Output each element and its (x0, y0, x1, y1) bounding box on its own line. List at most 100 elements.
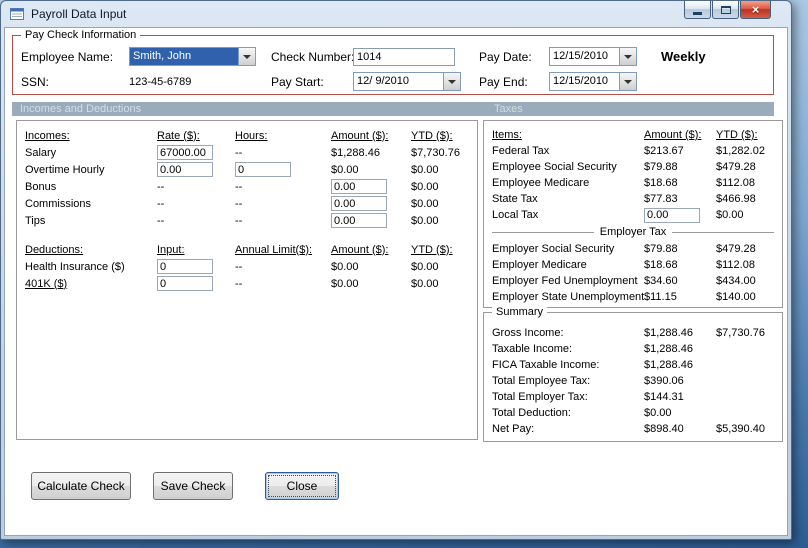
income-label: Tips (25, 214, 46, 227)
pay-end-combo[interactable]: 12/15/2010 (549, 72, 637, 91)
chevron-down-icon[interactable] (619, 73, 636, 90)
tips-amount-input[interactable] (331, 213, 387, 228)
tax-amount: $18.68 (644, 177, 678, 189)
table-row: Taxable Income: $1,288.46 (492, 341, 774, 357)
chevron-down-icon[interactable] (619, 48, 636, 65)
summary-label: Net Pay: (492, 423, 535, 435)
pay-start-combo[interactable]: 12/ 9/2010 (353, 72, 461, 91)
minimize-button[interactable] (684, 1, 711, 19)
summary-ytd: $7,730.76 (716, 327, 765, 339)
income-label: Commissions (25, 197, 92, 210)
tax-ytd: $112.08 (716, 259, 755, 271)
table-row: Employee Medicare $18.68 $112.08 (492, 175, 774, 191)
save-check-button[interactable]: Save Check (153, 472, 233, 500)
table-row: Tips -- -- $0.00 (25, 212, 469, 229)
overtime-rate-input[interactable] (157, 162, 213, 177)
tax-ytd: $1,282.02 (716, 145, 765, 157)
tax-amount: $11.15 (644, 291, 677, 303)
col-header: Items: (492, 129, 522, 141)
taxes-section-title: Taxes (494, 103, 523, 115)
table-row: Local Tax $0.00 (492, 207, 774, 223)
check-number-input[interactable] (353, 48, 455, 66)
summary-label: Total Employee Tax: (492, 375, 591, 387)
table-row: Total Employee Tax: $390.06 (492, 373, 774, 389)
close-window-button[interactable]: × (740, 1, 771, 19)
paycheck-info-legend: Pay Check Information (21, 29, 141, 41)
deduction-ytd: $0.00 (411, 277, 439, 290)
salary-rate-input[interactable] (157, 145, 213, 160)
income-ytd: $0.00 (411, 163, 439, 176)
income-label: Bonus (25, 180, 57, 193)
income-amount: $0.00 (331, 163, 359, 176)
maximize-button[interactable] (712, 1, 739, 19)
summary-amount: $390.06 (644, 375, 684, 387)
tax-label: Local Tax (492, 209, 539, 221)
pay-start-label: Pay Start: (271, 75, 324, 89)
calculate-check-button[interactable]: Calculate Check (31, 472, 131, 500)
pay-date-label: Pay Date: (479, 50, 532, 64)
tax-label: State Tax (492, 193, 538, 205)
income-rate: -- (157, 180, 165, 193)
close-button[interactable]: Close (265, 472, 339, 500)
deduction-amount: $0.00 (331, 277, 359, 290)
pay-end-label: Pay End: (479, 75, 528, 89)
deduction-ytd: $0.00 (411, 260, 439, 273)
health-insurance-input[interactable] (157, 259, 213, 274)
incomes-section-title: Incomes and Deductions (20, 103, 142, 115)
pay-date-combo[interactable]: 12/15/2010 (549, 47, 637, 66)
tax-amount: $77.83 (644, 193, 678, 205)
table-row: Employer Social Security $79.88 $479.28 (492, 241, 774, 257)
tax-amount: $79.88 (644, 243, 678, 255)
deduction-label-401k: 401K ($) (25, 277, 68, 290)
check-number-label: Check Number: (271, 50, 355, 64)
close-icon: × (751, 2, 760, 17)
window-title: Payroll Data Input (31, 7, 127, 21)
tax-amount: $34.60 (644, 275, 678, 287)
pay-end-value: 12/15/2010 (553, 75, 609, 87)
col-header: Amount ($): (644, 129, 702, 141)
tax-label: Employee Medicare (492, 177, 590, 189)
incomes-header-row: Incomes: Rate ($): Hours: Amount ($): YT… (25, 127, 469, 144)
k401-input[interactable] (157, 276, 213, 291)
summary-amount: $1,288.46 (644, 327, 693, 339)
table-row: Gross Income: $1,288.46 $7,730.76 (492, 325, 774, 341)
income-ytd: $0.00 (411, 197, 439, 210)
income-hours: -- (235, 197, 243, 210)
commissions-amount-input[interactable] (331, 196, 387, 211)
tax-ytd: $112.08 (716, 177, 755, 189)
paycheck-info-groupbox: Pay Check Information Employee Name: Smi… (12, 29, 774, 95)
col-header: YTD ($): (411, 243, 453, 256)
bonus-amount-input[interactable] (331, 179, 387, 194)
table-row: Bonus -- -- $0.00 (25, 178, 469, 195)
summary-amount: $144.31 (644, 391, 684, 403)
title-bar[interactable]: Payroll Data Input (1, 1, 791, 27)
minimize-icon (693, 11, 702, 15)
employer-tax-separator: Employer Tax (492, 223, 774, 241)
tax-label: Federal Tax (492, 145, 550, 157)
tax-amount: $213.67 (644, 145, 684, 157)
chevron-down-icon[interactable] (238, 48, 255, 65)
tax-ytd: $479.28 (716, 243, 756, 255)
chevron-down-icon[interactable] (443, 73, 460, 90)
col-header: YTD ($): (411, 129, 453, 142)
employer-tax-title: Employer Tax (599, 226, 667, 238)
employee-name-combo[interactable]: Smith, John (129, 47, 256, 66)
summary-label: Total Deduction: (492, 407, 571, 419)
local-tax-input[interactable] (644, 207, 700, 223)
app-icon (9, 6, 25, 22)
table-row: FICA Taxable Income: $1,288.46 (492, 357, 774, 373)
summary-ytd: $5,390.40 (716, 423, 765, 435)
summary-label: FICA Taxable Income: (492, 359, 600, 371)
summary-label: Gross Income: (492, 327, 564, 339)
pay-start-value: 12/ 9/2010 (357, 75, 409, 87)
table-row: Employee Social Security $79.88 $479.28 (492, 159, 774, 175)
deduction-label: Health Insurance ($) (25, 260, 125, 273)
col-header: Annual Limit($): (235, 243, 313, 256)
window-controls: × (683, 1, 771, 19)
section-header-bar: Incomes and Deductions Taxes (12, 102, 774, 116)
overtime-hours-input[interactable] (235, 162, 291, 177)
taxes-header-row: Items: Amount ($): YTD ($): (492, 127, 774, 143)
table-row: Federal Tax $213.67 $1,282.02 (492, 143, 774, 159)
summary-label: Total Employer Tax: (492, 391, 588, 403)
employee-name-value: Smith, John (130, 48, 238, 65)
